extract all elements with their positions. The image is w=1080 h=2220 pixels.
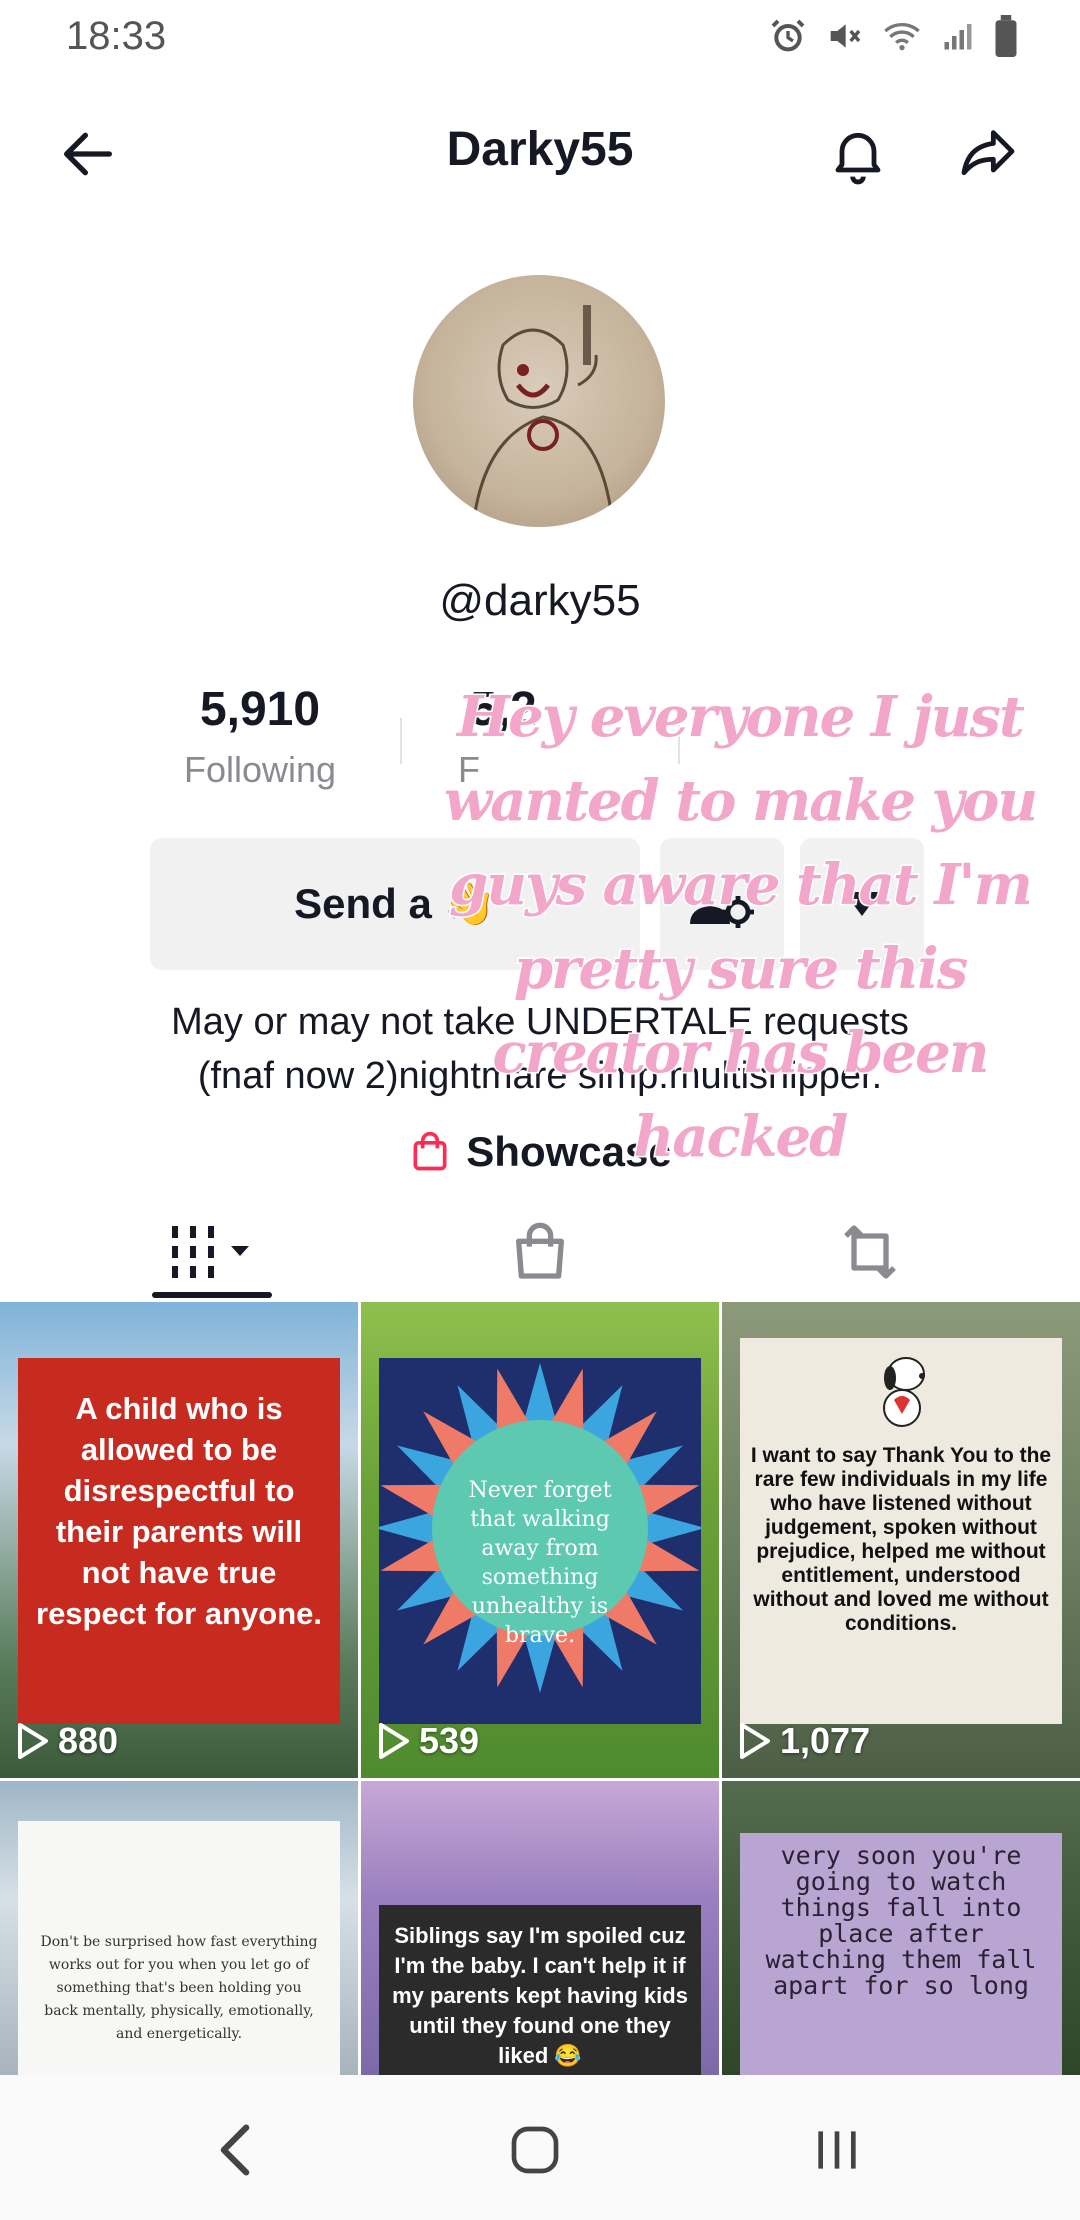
status-icons (768, 14, 1020, 58)
play-icon (740, 1723, 770, 1759)
status-bar: 18:33 (0, 0, 1080, 72)
quote-text: Siblings say I'm spoiled cuz I'm the bab… (392, 1923, 688, 2068)
chevron-left-icon (220, 2124, 250, 2176)
view-count: 539 (377, 1720, 479, 1762)
home-square-icon (511, 2126, 559, 2174)
quote-text: Never forget that walking away from some… (468, 1478, 612, 1648)
quote-card: Never forget that walking away from some… (379, 1358, 701, 1724)
play-icon (379, 1723, 409, 1759)
nav-back-button[interactable] (190, 2105, 280, 2195)
view-count: 1,077 (738, 1720, 870, 1762)
play-icon (18, 1723, 48, 1759)
system-nav-bar (0, 2075, 1080, 2220)
overlay-warning-text: Hey everyone I just wanted to make you g… (442, 683, 1039, 1172)
active-tab-indicator (152, 1292, 272, 1298)
stat-divider (400, 718, 402, 764)
stat-value: 5,910 (199, 683, 321, 736)
profile-header: Darky55 (0, 96, 1080, 206)
view-count-value: 1,077 (780, 1720, 871, 1761)
status-time: 18:33 (66, 14, 167, 58)
view-count-value: 539 (419, 1720, 480, 1761)
quote-card: I want to say Thank You to the rare few … (740, 1338, 1062, 1724)
tab-videos[interactable] (30, 1200, 390, 1304)
quote-text: A child who is allowed to be disrespectf… (36, 1391, 322, 1631)
profile-handle: @darky55 (439, 576, 641, 625)
stat-following[interactable]: 5,910 Following (140, 682, 380, 791)
profile-tabs (0, 1200, 1080, 1304)
avatar[interactable] (413, 275, 665, 527)
video-thumbnail[interactable]: Never forget that walking away from some… (361, 1302, 719, 1778)
quote-card: Don't be surprised how fast everything w… (18, 1821, 340, 2075)
stat-label: Following (183, 749, 337, 790)
recents-icon (818, 2131, 856, 2169)
wifi-icon (884, 23, 920, 51)
video-thumbnail[interactable]: Siblings say I'm spoiled cuz I'm the bab… (361, 1781, 719, 2075)
quote-text: Don't be surprised how fast everything w… (40, 1934, 318, 2042)
video-thumbnail[interactable]: I want to say Thank You to the rare few … (722, 1302, 1080, 1778)
share-icon (961, 130, 1015, 176)
mute-icon (830, 24, 861, 48)
quote-text: I want to say Thank You to the rare few … (750, 1444, 1052, 1635)
quote-card: Siblings say I'm spoiled cuz I'm the bab… (379, 1905, 701, 2075)
shopping-bag-icon (516, 1222, 564, 1279)
video-thumbnail[interactable]: A child who is allowed to be disrespectf… (0, 1302, 358, 1778)
avatar-drawing (471, 305, 615, 527)
view-count: 880 (16, 1720, 118, 1762)
notifications-button[interactable] (818, 114, 898, 194)
battery-icon (995, 15, 1017, 57)
view-count-value: 880 (58, 1720, 119, 1761)
signal-icon (944, 24, 972, 50)
quote-text: very soon you're going to watch things f… (765, 1841, 1037, 2000)
nav-recents-button[interactable] (792, 2105, 882, 2195)
share-button[interactable] (948, 114, 1028, 194)
grid-icon (172, 1226, 249, 1278)
tab-shop[interactable] (360, 1200, 720, 1304)
alarm-icon (771, 19, 805, 52)
page-title: Darky55 (446, 123, 634, 176)
video-thumbnail[interactable]: Don't be surprised how fast everything w… (0, 1781, 358, 2075)
nav-home-button[interactable] (490, 2105, 580, 2195)
repost-icon (844, 1225, 896, 1279)
tab-reposts[interactable] (690, 1200, 1050, 1304)
snoopy-illustration (883, 1357, 925, 1427)
quote-card: A child who is allowed to be disrespectf… (18, 1358, 340, 1724)
quote-card: very soon you're going to watch things f… (740, 1833, 1062, 2075)
video-thumbnail[interactable]: very soon you're going to watch things f… (722, 1781, 1080, 2075)
bell-icon (835, 132, 881, 185)
